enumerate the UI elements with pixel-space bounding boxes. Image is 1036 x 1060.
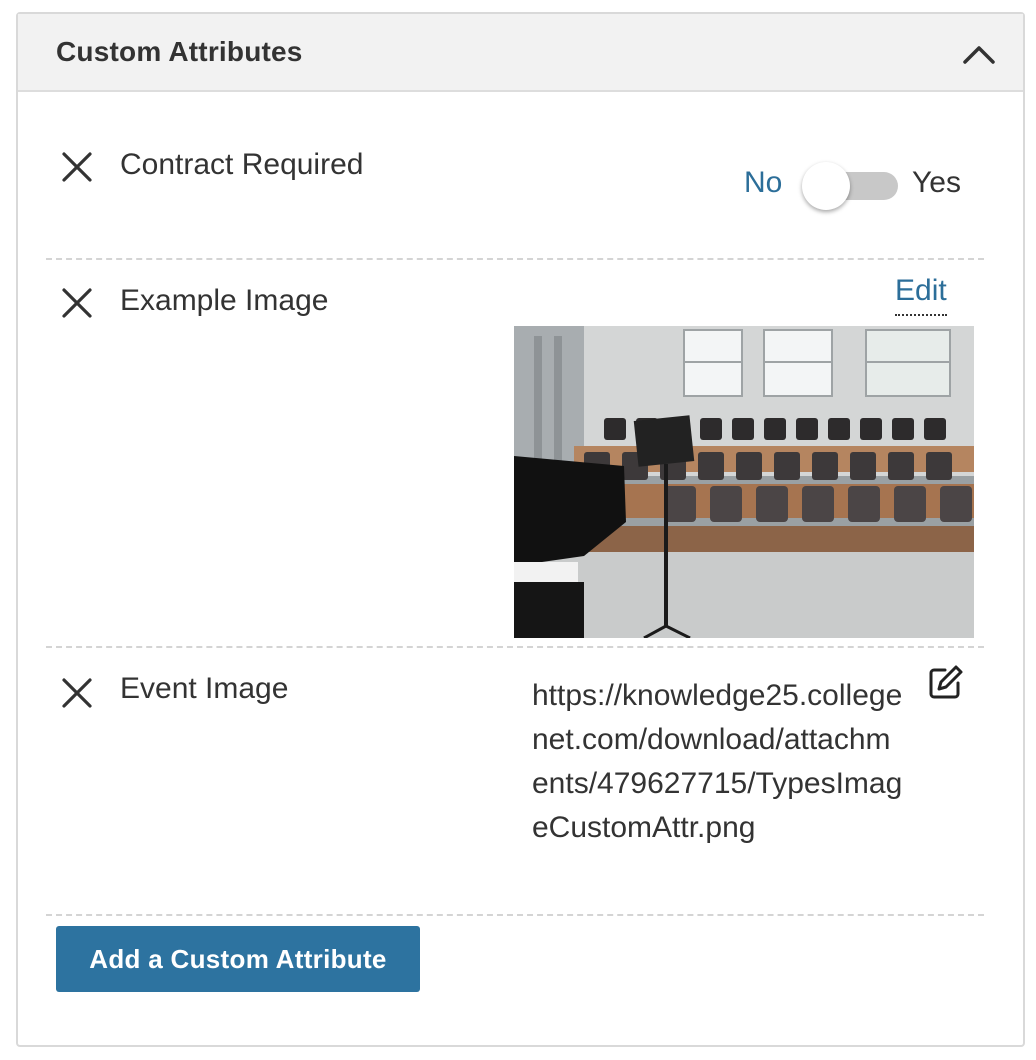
attribute-url-value: https://knowledge25.collegenet.com/downl… [532, 679, 903, 844]
attribute-row-contract-required: Contract Required No Yes [46, 126, 984, 258]
panel-title: Custom Attributes [56, 36, 303, 67]
chevron-up-icon[interactable] [961, 38, 997, 70]
attribute-image-preview [514, 326, 974, 638]
toggle-off-label: No [744, 166, 783, 199]
attribute-label: Contract Required [120, 148, 364, 181]
attribute-row-example-image: Example Image Edit [46, 260, 984, 646]
attribute-label: Example Image [120, 284, 329, 317]
attribute-row-event-image: Event Image https://knowledge25.collegen… [46, 648, 984, 912]
close-icon[interactable] [60, 286, 94, 320]
custom-attributes-panel: Custom Attributes Contract Required No Y… [16, 12, 1025, 1047]
edit-square-icon[interactable] [928, 664, 964, 700]
contract-required-toggle[interactable] [802, 162, 900, 210]
toggle-on-label: Yes [912, 166, 961, 199]
row-divider [46, 914, 984, 916]
toggle-knob [802, 162, 850, 210]
add-custom-attribute-button[interactable]: Add a Custom Attribute [56, 926, 420, 992]
panel-header: Custom Attributes [18, 14, 1023, 92]
close-icon[interactable] [60, 150, 94, 184]
close-icon[interactable] [60, 676, 94, 710]
attribute-label: Event Image [120, 672, 289, 705]
edit-image-link[interactable]: Edit [895, 274, 947, 316]
